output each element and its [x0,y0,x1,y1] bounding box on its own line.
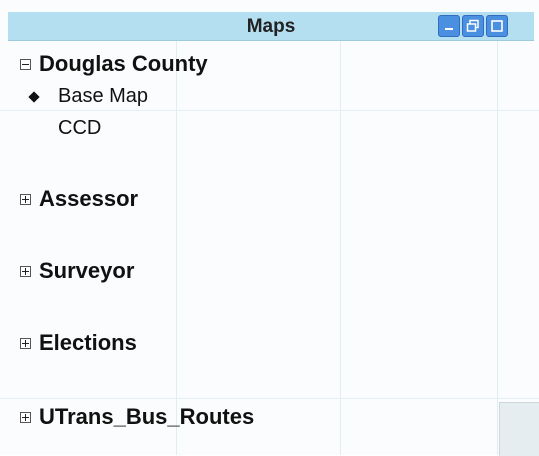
restore-icon [466,19,479,32]
tree-node-surveyor[interactable]: Surveyor [20,258,134,284]
tree-node-elections[interactable]: Elections [20,330,137,356]
maximize-icon [491,20,503,32]
expand-icon[interactable] [20,411,31,423]
tree-item-base-map[interactable]: Base Map [58,85,148,108]
selected-bullet-icon [28,91,40,103]
expand-icon[interactable] [20,193,31,205]
title-bar[interactable]: Maps [8,12,534,41]
tree-node-label: Surveyor [39,258,135,283]
tree-node-label: Elections [39,330,137,355]
restore-button[interactable] [462,15,484,37]
tree-item-ccd[interactable]: CCD [58,117,101,140]
tree-node-utrans-bus-routes[interactable]: UTrans_Bus_Routes [20,404,254,430]
tree-node-douglas-county[interactable]: Douglas County [20,51,208,77]
tree-node-label: Assessor [39,186,139,211]
tree-node-label: UTrans_Bus_Routes [39,404,255,429]
maps-panel: Maps Douglas County Base Map CCD Assesso… [0,0,539,456]
tree-node-assessor[interactable]: Assessor [20,186,138,212]
expand-icon[interactable] [20,337,31,349]
minimize-icon [445,28,453,30]
collapse-icon[interactable] [20,58,31,70]
expand-icon[interactable] [20,265,31,277]
scrollbar-corner[interactable] [499,402,539,456]
tree-node-label: Douglas County [39,51,208,76]
maximize-button[interactable] [486,15,508,37]
minimize-button[interactable] [438,15,460,37]
